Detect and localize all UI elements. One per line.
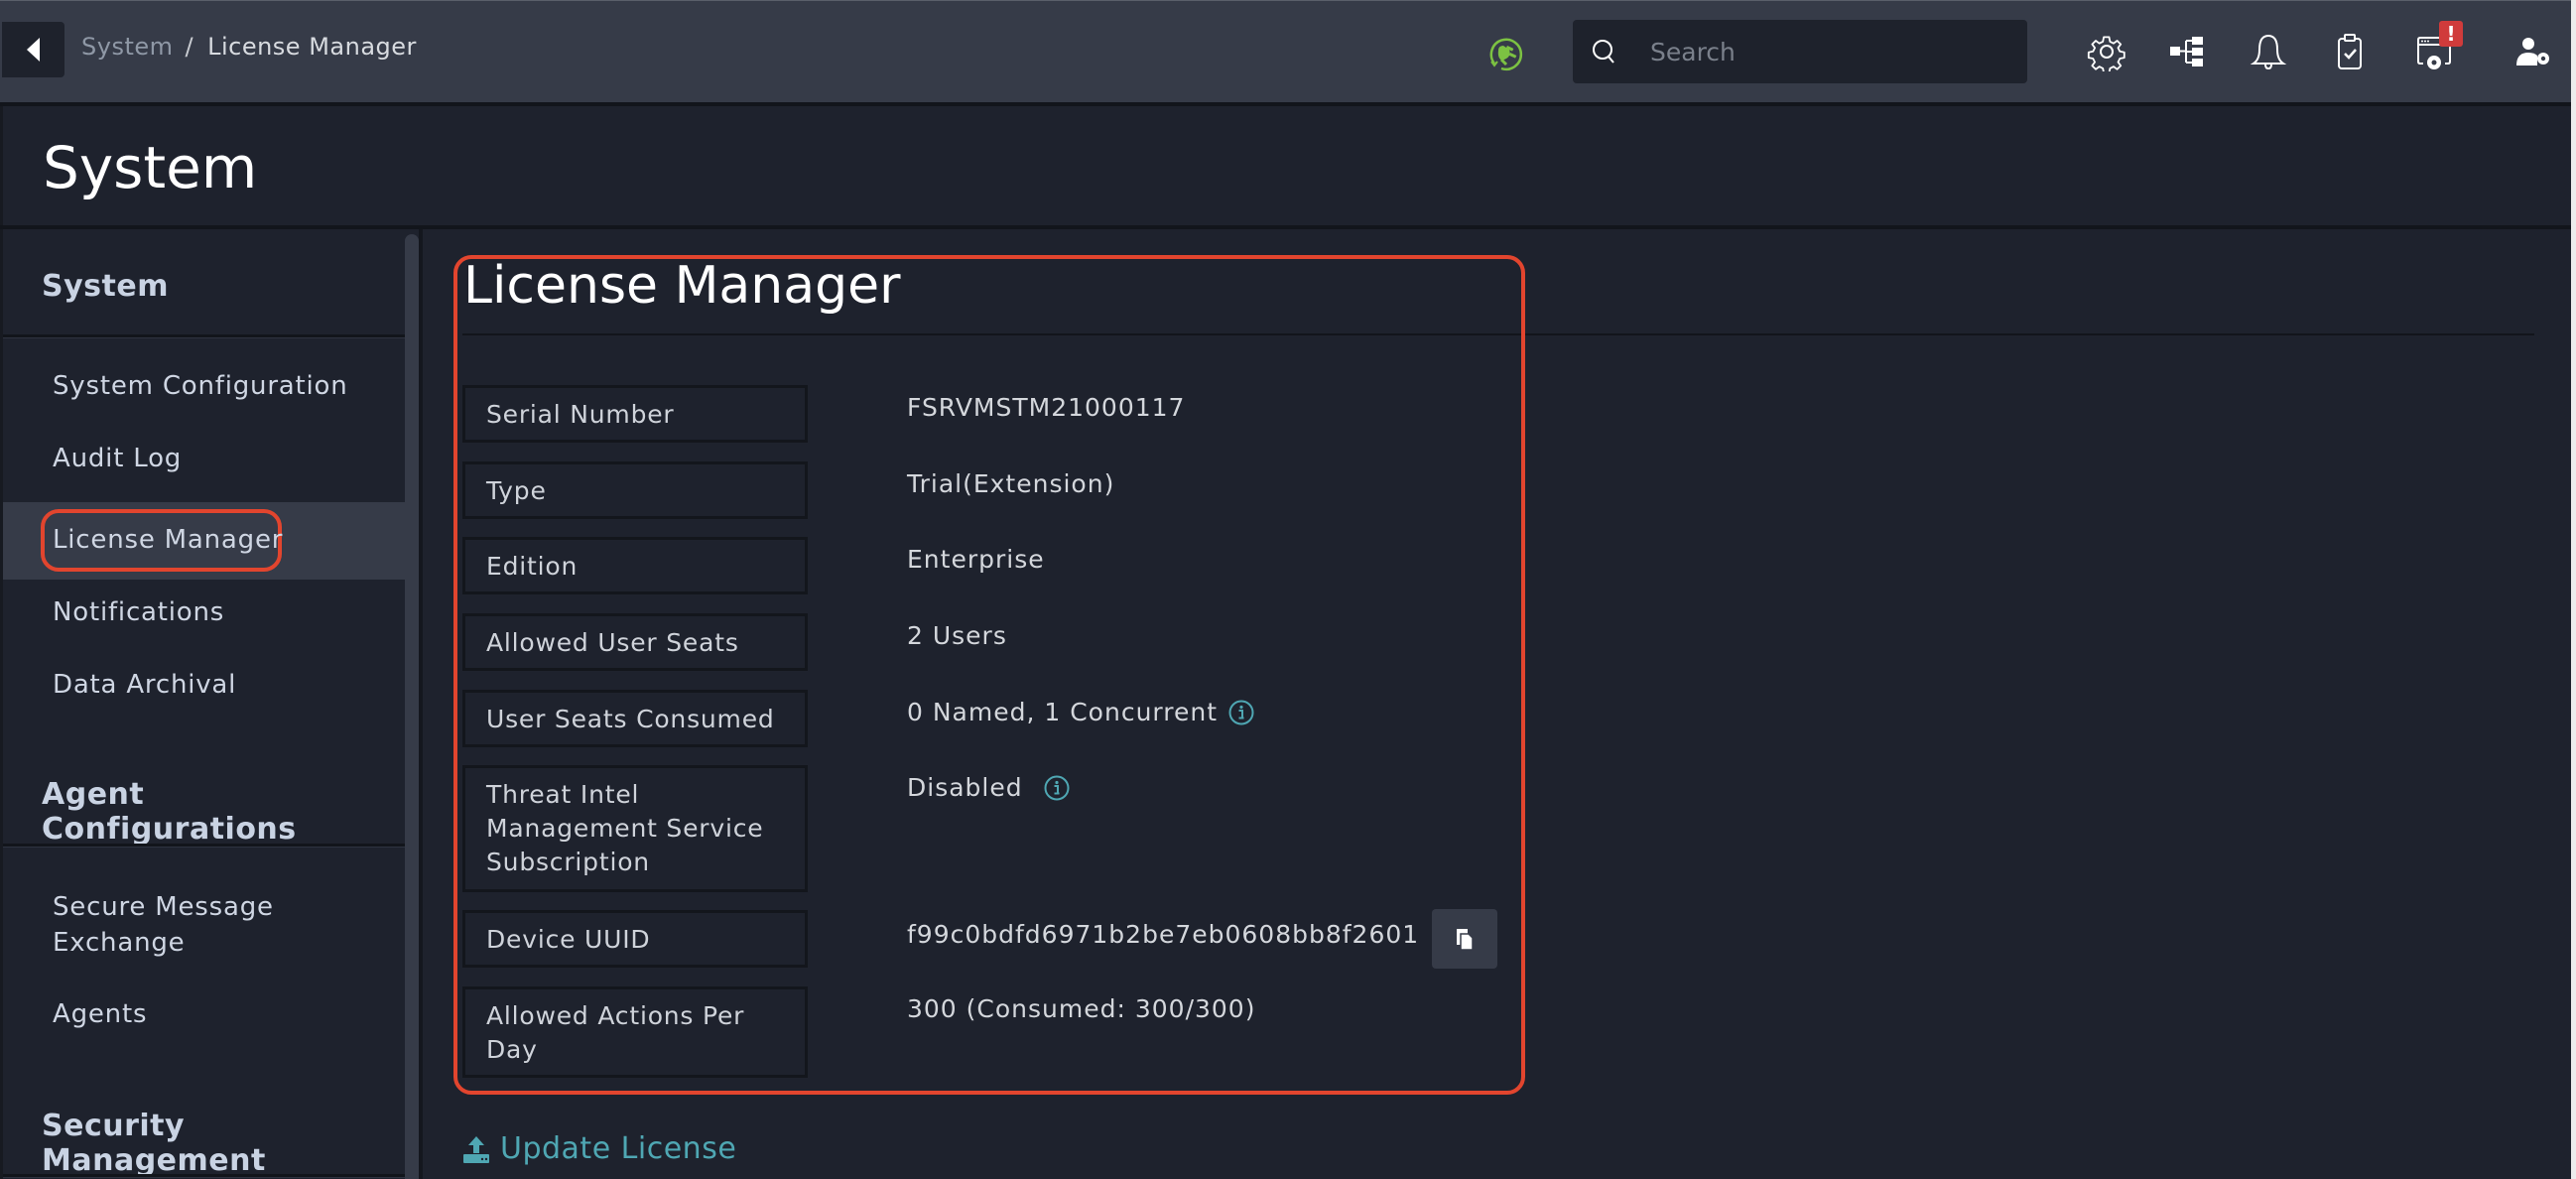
sidebar-item-notifications[interactable]: Notifications — [3, 594, 405, 666]
allowed-actions-per-day-label: Allowed Actions Per Day — [462, 986, 808, 1078]
sidebar-item-label: Notifications — [53, 597, 225, 627]
value-text: 300 (Consumed: 300/300) — [907, 994, 1256, 1023]
user-settings-icon — [2516, 38, 2549, 66]
type-label: Type — [462, 461, 808, 519]
hierarchy-button[interactable] — [2164, 29, 2210, 74]
value-text: Trial(Extension) — [907, 469, 1115, 498]
user-seats-consumed-label: User Seats Consumed — [462, 690, 808, 747]
allowed-user-seats-value: 2 Users — [907, 621, 1007, 650]
chevron-left-icon — [27, 38, 40, 62]
page-title-band: System — [0, 106, 2571, 225]
sidebar-item-label: Agents — [53, 999, 148, 1029]
allowed-actions-per-day-value: 300 (Consumed: 300/300) — [907, 994, 1255, 1023]
update-license-button[interactable]: Update License — [462, 1131, 736, 1166]
value-text: Disabled — [907, 773, 1023, 802]
edition-value: Enterprise — [907, 545, 1045, 574]
value-text: f99c0bdfd6971b2be7eb0608bb8f2601 — [907, 920, 1420, 949]
search-input[interactable] — [1650, 37, 2007, 66]
sidebar-item-secure-message-exchange[interactable]: Secure Message Exchange — [3, 889, 405, 969]
sidebar-divider — [3, 844, 405, 848]
search-box[interactable] — [1573, 20, 2027, 83]
notification-bell-icon — [2250, 34, 2287, 70]
serial-number-value: FSRVMSTM21000117 — [907, 393, 1185, 422]
sidebar-divider — [3, 1174, 405, 1178]
type-value: Trial(Extension) — [907, 469, 1114, 498]
value-text: 0 Named, 1 Concurrent — [907, 698, 1219, 726]
sidebar-item-label: System Configuration — [53, 371, 348, 401]
page-edge — [2571, 0, 2576, 1179]
sidebar-item-label: Data Archival — [53, 670, 237, 700]
system-alert-badge: ! — [2439, 21, 2463, 47]
hierarchy-tree-icon — [2170, 37, 2203, 66]
upload-icon — [463, 1135, 489, 1163]
breadcrumb-current: License Manager — [207, 33, 417, 61]
settings-button[interactable] — [2084, 29, 2129, 74]
sidebar-item-agents[interactable]: Agents — [3, 996, 405, 1056]
edition-label: Edition — [462, 537, 808, 594]
info-icon[interactable] — [1043, 774, 1071, 802]
sidebar-item-license-manager[interactable]: License Manager — [3, 502, 405, 580]
info-icon[interactable] — [1227, 699, 1255, 726]
license-manager-title: License Manager — [463, 256, 901, 316]
sidebar-scrollbar-thumb[interactable] — [405, 234, 419, 1179]
copy-uuid-button[interactable] — [1432, 909, 1497, 969]
approvals-clipboard-icon — [2338, 34, 2362, 69]
user-seats-consumed-value: 0 Named, 1 Concurrent — [907, 698, 1255, 726]
value-text: 2 Users — [907, 621, 1007, 650]
top-navigation-bar: System / License Manager — [0, 0, 2571, 102]
threat-intel-subscription-value: Disabled — [907, 773, 1071, 802]
update-license-label: Update License — [500, 1131, 737, 1166]
connected-plug-icon[interactable] — [1485, 34, 1525, 73]
threat-intel-subscription-label: Threat Intel Management Service Subscrip… — [462, 765, 808, 892]
sidebar-item-label: Secure Message Exchange — [53, 892, 274, 958]
serial-number-label: Serial Number — [462, 385, 808, 443]
allowed-user-seats-label: Allowed User Seats — [462, 613, 808, 671]
settings-gear-icon — [2087, 36, 2125, 71]
sidebar-section-agent-configurations: Agent Configurations — [42, 777, 297, 847]
breadcrumb: System / License Manager — [81, 33, 417, 61]
section-divider — [462, 333, 2534, 335]
page-title: System — [43, 134, 258, 201]
value-text: FSRVMSTM21000117 — [907, 393, 1186, 422]
sidebar-item-system-configuration[interactable]: System Configuration — [3, 368, 405, 440]
search-icon — [1593, 40, 1614, 64]
breadcrumb-system-link[interactable]: System — [81, 33, 174, 61]
back-button[interactable] — [2, 22, 64, 77]
breadcrumb-separator: / — [185, 33, 194, 61]
value-text: Enterprise — [907, 545, 1045, 574]
device-uuid-label: Device UUID — [462, 910, 808, 968]
sidebar: System System Configuration Audit Log Li… — [0, 229, 405, 1179]
approvals-button[interactable] — [2327, 29, 2373, 74]
notifications-button[interactable] — [2246, 29, 2291, 74]
sidebar-divider — [3, 334, 405, 338]
user-settings-button[interactable] — [2511, 29, 2556, 74]
sidebar-item-label: License Manager — [53, 525, 284, 555]
sidebar-item-label: Audit Log — [53, 444, 183, 473]
sidebar-section-system: System — [42, 269, 169, 304]
copy-icon — [1457, 929, 1474, 951]
device-uuid-value: f99c0bdfd6971b2be7eb0608bb8f2601 — [907, 920, 1419, 949]
sidebar-section-security-management: Security Management — [42, 1109, 266, 1178]
sidebar-item-data-archival[interactable]: Data Archival — [3, 667, 405, 738]
